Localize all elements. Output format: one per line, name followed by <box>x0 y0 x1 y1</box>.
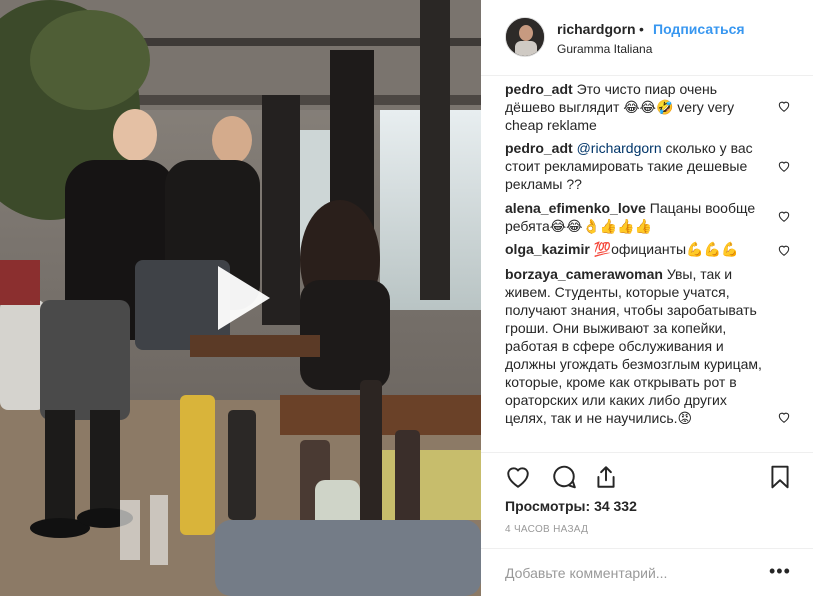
bookmark-icon[interactable] <box>767 464 793 490</box>
post-side-panel: richardgorn • Подписаться Guramma Italia… <box>481 0 813 596</box>
heart-icon[interactable] <box>505 464 531 490</box>
video-player[interactable] <box>0 0 481 596</box>
small-heart-icon[interactable] <box>777 243 791 257</box>
comment-input[interactable] <box>505 563 755 583</box>
separator-dot: • <box>639 21 644 37</box>
comment-text: 💯официанты💪💪💪 <box>593 241 739 257</box>
comment-item: borzaya_camerawoman Увы, так и живем. Ст… <box>505 265 767 427</box>
comment-username[interactable]: pedro_adt <box>505 140 573 156</box>
comment-username[interactable]: pedro_adt <box>505 81 573 97</box>
post-author-username[interactable]: richardgorn <box>557 21 636 37</box>
small-heart-icon[interactable] <box>777 209 791 223</box>
avatar[interactable] <box>505 17 545 57</box>
comment-item: olga_kazimir 💯официанты💪💪💪 <box>505 240 767 258</box>
comment-item: pedro_adt Это чисто пиар очень дёшево вы… <box>505 80 767 134</box>
add-comment-section: ••• <box>481 548 813 596</box>
post-header: richardgorn • Подписаться Guramma Italia… <box>481 0 813 76</box>
post-timestamp[interactable]: 4 ЧАСОВ НАЗАД <box>505 524 588 535</box>
comment-text: Увы, так и живем. Студенты, которые учат… <box>505 266 762 426</box>
views-number: 34 332 <box>594 498 637 514</box>
comment-username[interactable]: alena_efimenko_love <box>505 200 646 216</box>
comment-username[interactable]: olga_kazimir <box>505 241 590 257</box>
comments-list[interactable]: pedro_adt Это чисто пиар очень дёшево вы… <box>481 77 813 451</box>
post-actions-bar <box>481 452 813 502</box>
follow-button[interactable]: Подписаться <box>653 21 745 37</box>
small-heart-icon[interactable] <box>777 410 791 424</box>
comment-mention[interactable]: @richardgorn <box>577 140 662 156</box>
small-heart-icon[interactable] <box>777 159 791 173</box>
comment-item: pedro_adt @richardgorn сколько у вас сто… <box>505 139 767 193</box>
comment-username[interactable]: borzaya_camerawoman <box>505 266 663 282</box>
views-count[interactable]: Просмотры: 34 332 <box>505 498 637 514</box>
share-icon[interactable] <box>593 464 619 490</box>
speech-bubble-icon[interactable] <box>551 464 577 490</box>
play-icon[interactable] <box>206 262 278 334</box>
small-heart-icon[interactable] <box>777 99 791 113</box>
post-location[interactable]: Guramma Italiana <box>557 42 652 56</box>
views-label: Просмотры: <box>505 498 591 514</box>
more-options-button[interactable]: ••• <box>769 561 790 581</box>
comment-item: alena_efimenko_love Пацаны вообще ребята… <box>505 199 767 235</box>
